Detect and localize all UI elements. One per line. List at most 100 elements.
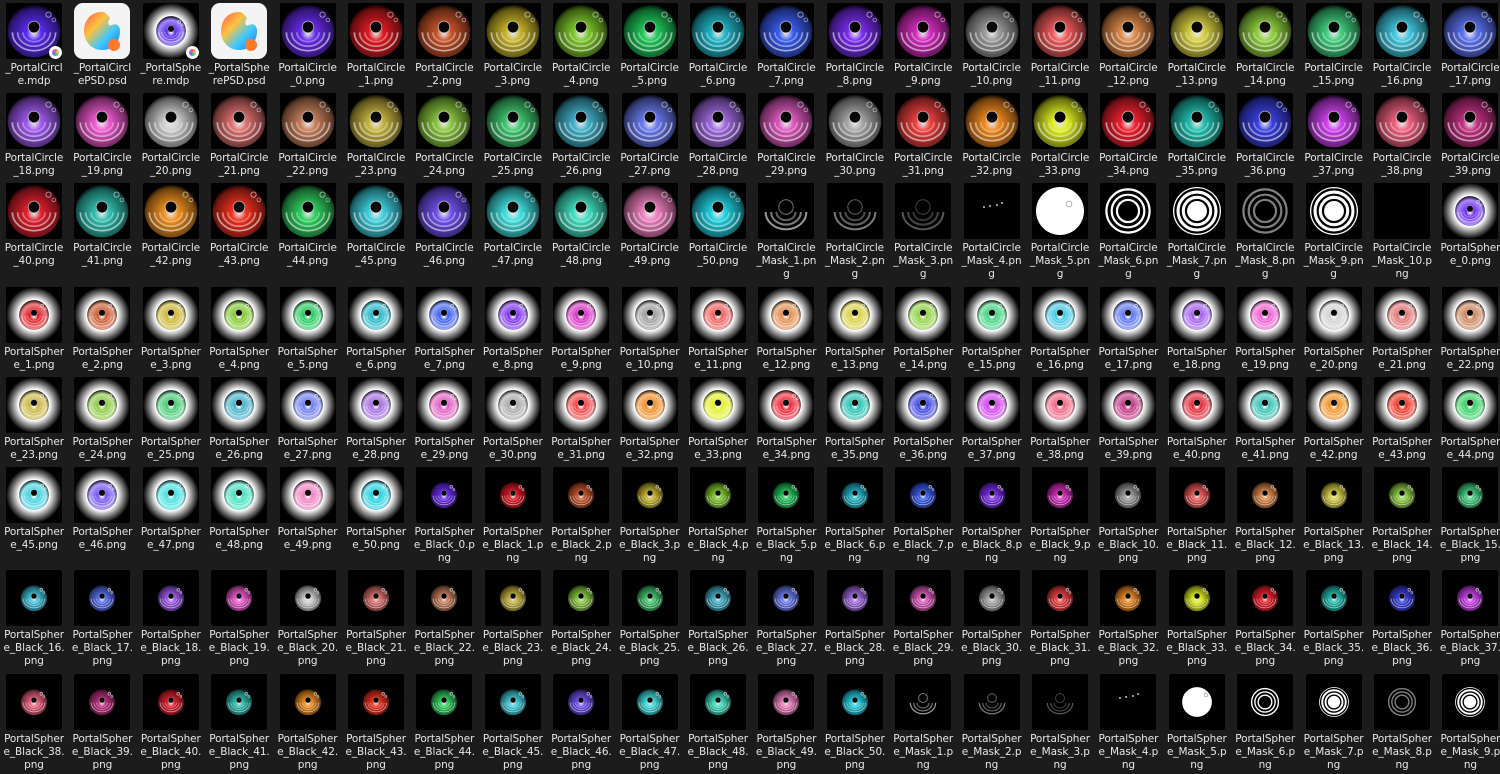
file-thumbnail-icon[interactable] — [1442, 183, 1499, 239]
file-thumbnail-icon[interactable] — [621, 377, 678, 433]
file-thumbnail-icon[interactable] — [553, 674, 610, 730]
file-thumbnail-icon[interactable] — [211, 3, 268, 59]
file-thumbnail-icon[interactable] — [621, 674, 678, 730]
file-thumbnail-icon[interactable] — [1032, 674, 1088, 730]
file-thumbnail-icon[interactable] — [1237, 183, 1294, 239]
file-thumbnail-icon[interactable] — [758, 467, 815, 523]
file-thumbnail-icon[interactable] — [621, 183, 678, 239]
file-thumbnail-icon[interactable] — [1305, 467, 1362, 523]
file-thumbnail-icon[interactable] — [1305, 377, 1362, 433]
file-thumbnail-icon[interactable] — [826, 287, 883, 343]
file-thumbnail-icon[interactable] — [758, 93, 815, 149]
file-thumbnail-icon[interactable] — [758, 570, 815, 626]
file-thumbnail-icon[interactable] — [416, 570, 473, 626]
file-thumbnail-icon[interactable] — [6, 570, 62, 626]
file-thumbnail-icon[interactable] — [1032, 570, 1088, 626]
file-thumbnail-icon[interactable] — [1305, 183, 1362, 239]
file-thumbnail-icon[interactable] — [142, 674, 199, 730]
file-thumbnail-icon[interactable] — [1100, 377, 1157, 433]
file-thumbnail-icon[interactable] — [1168, 287, 1225, 343]
file-thumbnail-icon[interactable] — [348, 287, 404, 343]
file-thumbnail-icon[interactable] — [1032, 93, 1088, 149]
file-thumbnail-icon[interactable] — [279, 183, 336, 239]
file-thumbnail-icon[interactable] — [1374, 93, 1430, 149]
file-thumbnail-icon[interactable] — [553, 467, 610, 523]
file-thumbnail-icon[interactable] — [553, 287, 610, 343]
file-thumbnail-icon[interactable] — [1032, 377, 1088, 433]
file-thumbnail-icon[interactable] — [553, 3, 610, 59]
file-thumbnail-icon[interactable] — [826, 183, 883, 239]
file-thumbnail-icon[interactable] — [963, 93, 1020, 149]
file-thumbnail-icon[interactable] — [621, 93, 678, 149]
file-thumbnail-icon[interactable] — [484, 467, 541, 523]
file-thumbnail-icon[interactable] — [690, 570, 746, 626]
file-thumbnail-icon[interactable] — [1442, 93, 1499, 149]
file-thumbnail-icon[interactable] — [895, 674, 952, 730]
file-thumbnail-icon[interactable] — [1374, 287, 1430, 343]
file-thumbnail-icon[interactable] — [74, 183, 131, 239]
file-thumbnail-icon[interactable] — [895, 3, 952, 59]
file-thumbnail-icon[interactable] — [211, 93, 268, 149]
file-thumbnail-icon[interactable] — [484, 287, 541, 343]
file-thumbnail-icon[interactable] — [279, 467, 336, 523]
file-thumbnail-icon[interactable] — [74, 467, 131, 523]
file-thumbnail-icon[interactable] — [895, 570, 952, 626]
file-thumbnail-icon[interactable] — [1032, 287, 1088, 343]
file-thumbnail-icon[interactable] — [826, 570, 883, 626]
file-thumbnail-icon[interactable] — [1305, 287, 1362, 343]
file-thumbnail-icon[interactable] — [348, 93, 404, 149]
file-thumbnail-icon[interactable] — [484, 570, 541, 626]
file-thumbnail-icon[interactable] — [690, 3, 746, 59]
file-thumbnail-icon[interactable] — [211, 467, 268, 523]
file-thumbnail-icon[interactable] — [963, 467, 1020, 523]
file-thumbnail-icon[interactable] — [348, 570, 404, 626]
file-thumbnail-icon[interactable] — [279, 570, 336, 626]
file-thumbnail-icon[interactable] — [484, 183, 541, 239]
file-thumbnail-icon[interactable] — [1442, 674, 1499, 730]
file-thumbnail-icon[interactable] — [1168, 183, 1225, 239]
file-thumbnail-icon[interactable] — [416, 674, 473, 730]
file-thumbnail-icon[interactable] — [211, 183, 268, 239]
file-thumbnail-icon[interactable] — [6, 183, 62, 239]
file-thumbnail-icon[interactable] — [142, 377, 199, 433]
file-thumbnail-icon[interactable] — [963, 183, 1020, 239]
file-thumbnail-icon[interactable] — [758, 3, 815, 59]
file-thumbnail-icon[interactable] — [1442, 570, 1499, 626]
file-thumbnail-icon[interactable] — [279, 287, 336, 343]
file-thumbnail-icon[interactable] — [142, 183, 199, 239]
file-thumbnail-icon[interactable] — [1237, 467, 1294, 523]
file-thumbnail-icon[interactable] — [1374, 183, 1430, 239]
file-thumbnail-icon[interactable] — [211, 570, 268, 626]
file-thumbnail-icon[interactable] — [348, 183, 404, 239]
file-thumbnail-icon[interactable] — [1237, 570, 1294, 626]
file-thumbnail-icon[interactable] — [1442, 467, 1499, 523]
file-thumbnail-icon[interactable] — [1442, 377, 1499, 433]
file-thumbnail-icon[interactable] — [1100, 183, 1157, 239]
file-thumbnail-icon[interactable] — [279, 93, 336, 149]
file-thumbnail-icon[interactable] — [6, 93, 62, 149]
file-thumbnail-icon[interactable] — [1168, 467, 1225, 523]
file-thumbnail-icon[interactable] — [416, 467, 473, 523]
file-thumbnail-icon[interactable] — [74, 3, 131, 59]
file-thumbnail-icon[interactable] — [895, 287, 952, 343]
file-thumbnail-icon[interactable] — [1237, 674, 1294, 730]
file-thumbnail-icon[interactable] — [6, 467, 62, 523]
file-thumbnail-icon[interactable] — [1168, 3, 1225, 59]
file-thumbnail-icon[interactable] — [348, 3, 404, 59]
file-thumbnail-icon[interactable] — [621, 467, 678, 523]
file-thumbnail-icon[interactable] — [1100, 287, 1157, 343]
file-thumbnail-icon[interactable] — [1100, 674, 1157, 730]
file-thumbnail-icon[interactable] — [1100, 93, 1157, 149]
file-thumbnail-icon[interactable] — [6, 287, 62, 343]
file-thumbnail-icon[interactable] — [142, 93, 199, 149]
file-thumbnail-icon[interactable] — [279, 3, 336, 59]
file-thumbnail-icon[interactable] — [6, 674, 62, 730]
file-thumbnail-icon[interactable] — [621, 287, 678, 343]
file-thumbnail-icon[interactable] — [826, 93, 883, 149]
file-thumbnail-icon[interactable] — [484, 93, 541, 149]
file-thumbnail-icon[interactable] — [758, 287, 815, 343]
file-thumbnail-icon[interactable] — [1100, 467, 1157, 523]
file-thumbnail-icon[interactable] — [621, 570, 678, 626]
file-thumbnail-icon[interactable] — [963, 674, 1020, 730]
file-thumbnail-icon[interactable] — [690, 93, 746, 149]
